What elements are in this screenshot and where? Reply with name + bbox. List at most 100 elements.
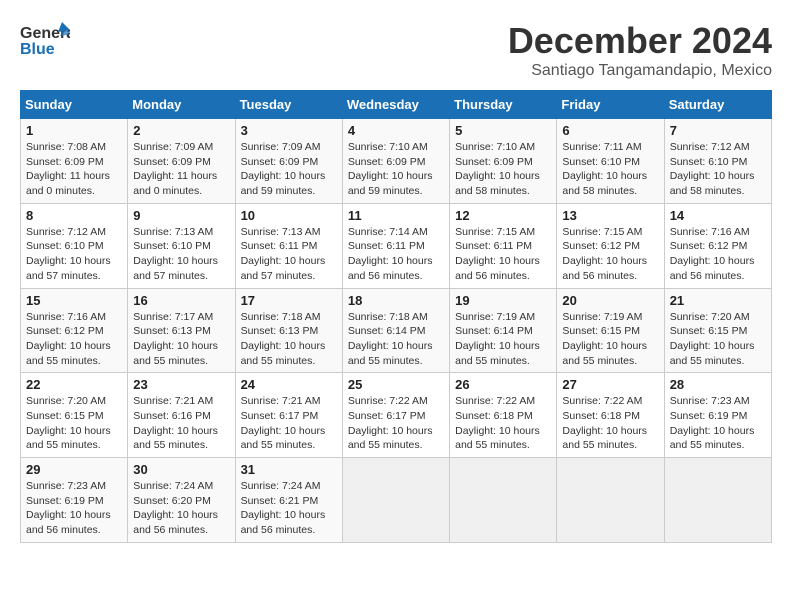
day-number: 4 <box>348 123 444 138</box>
day-detail: Sunrise: 7:17 AMSunset: 6:13 PMDaylight:… <box>133 310 229 369</box>
calendar-cell: 9 Sunrise: 7:13 AMSunset: 6:10 PMDaylight… <box>128 203 235 288</box>
day-number: 20 <box>562 293 658 308</box>
day-number: 7 <box>670 123 766 138</box>
day-number: 24 <box>241 377 337 392</box>
day-number: 17 <box>241 293 337 308</box>
calendar-cell: 10 Sunrise: 7:13 AMSunset: 6:11 PMDayligh… <box>235 203 342 288</box>
day-detail: Sunrise: 7:18 AMSunset: 6:13 PMDaylight:… <box>241 310 337 369</box>
day-number: 18 <box>348 293 444 308</box>
month-title: December 2024 <box>508 20 772 62</box>
day-number: 9 <box>133 208 229 223</box>
calendar-cell: 8 Sunrise: 7:12 AMSunset: 6:10 PMDaylight… <box>21 203 128 288</box>
day-detail: Sunrise: 7:15 AMSunset: 6:12 PMDaylight:… <box>562 225 658 284</box>
day-detail: Sunrise: 7:16 AMSunset: 6:12 PMDaylight:… <box>26 310 122 369</box>
day-detail: Sunrise: 7:15 AMSunset: 6:11 PMDaylight:… <box>455 225 551 284</box>
day-detail: Sunrise: 7:23 AMSunset: 6:19 PMDaylight:… <box>26 479 122 538</box>
calendar-cell: 13 Sunrise: 7:15 AMSunset: 6:12 PMDayligh… <box>557 203 664 288</box>
day-detail: Sunrise: 7:19 AMSunset: 6:14 PMDaylight:… <box>455 310 551 369</box>
day-number: 16 <box>133 293 229 308</box>
day-number: 1 <box>26 123 122 138</box>
weekday-header-thursday: Thursday <box>450 91 557 119</box>
day-number: 22 <box>26 377 122 392</box>
day-number: 6 <box>562 123 658 138</box>
day-number: 26 <box>455 377 551 392</box>
calendar-cell: 30 Sunrise: 7:24 AMSunset: 6:20 PMDayligh… <box>128 458 235 543</box>
day-number: 27 <box>562 377 658 392</box>
weekday-header-monday: Monday <box>128 91 235 119</box>
calendar-cell: 1Sunrise: 7:08 AMSunset: 6:09 PMDaylight… <box>21 119 128 204</box>
calendar-cell <box>557 458 664 543</box>
calendar-cell <box>664 458 771 543</box>
day-number: 8 <box>26 208 122 223</box>
calendar-week-1: 1Sunrise: 7:08 AMSunset: 6:09 PMDaylight… <box>21 119 772 204</box>
page-header: General Blue December 2024 Santiago Tang… <box>20 20 772 80</box>
calendar-cell: 15 Sunrise: 7:16 AMSunset: 6:12 PMDayligh… <box>21 288 128 373</box>
calendar-cell: 26 Sunrise: 7:22 AMSunset: 6:18 PMDayligh… <box>450 373 557 458</box>
day-detail: Sunrise: 7:09 AMSunset: 6:09 PMDaylight:… <box>241 140 337 199</box>
calendar-cell: 5 Sunrise: 7:10 AMSunset: 6:09 PMDaylight… <box>450 119 557 204</box>
weekday-header-sunday: Sunday <box>21 91 128 119</box>
day-detail: Sunrise: 7:13 AMSunset: 6:11 PMDaylight:… <box>241 225 337 284</box>
day-detail: Sunrise: 7:22 AMSunset: 6:18 PMDaylight:… <box>455 394 551 453</box>
day-detail: Sunrise: 7:24 AMSunset: 6:20 PMDaylight:… <box>133 479 229 538</box>
calendar-cell: 16 Sunrise: 7:17 AMSunset: 6:13 PMDayligh… <box>128 288 235 373</box>
day-detail: Sunrise: 7:12 AMSunset: 6:10 PMDaylight:… <box>26 225 122 284</box>
day-number: 29 <box>26 462 122 477</box>
calendar-cell: 11 Sunrise: 7:14 AMSunset: 6:11 PMDayligh… <box>342 203 449 288</box>
calendar-cell: 18Sunrise: 7:18 AMSunset: 6:14 PMDayligh… <box>342 288 449 373</box>
calendar-cell: 25Sunrise: 7:22 AMSunset: 6:17 PMDayligh… <box>342 373 449 458</box>
day-number: 14 <box>670 208 766 223</box>
day-number: 23 <box>133 377 229 392</box>
title-area: December 2024 Santiago Tangamandapio, Me… <box>508 20 772 80</box>
calendar-header: SundayMondayTuesdayWednesdayThursdayFrid… <box>21 91 772 119</box>
day-number: 15 <box>26 293 122 308</box>
day-detail: Sunrise: 7:10 AMSunset: 6:09 PMDaylight:… <box>455 140 551 199</box>
day-number: 13 <box>562 208 658 223</box>
calendar-cell: 4 Sunrise: 7:10 AMSunset: 6:09 PMDaylight… <box>342 119 449 204</box>
day-number: 10 <box>241 208 337 223</box>
calendar-cell: 21 Sunrise: 7:20 AMSunset: 6:15 PMDayligh… <box>664 288 771 373</box>
weekday-header-wednesday: Wednesday <box>342 91 449 119</box>
day-detail: Sunrise: 7:11 AMSunset: 6:10 PMDaylight:… <box>562 140 658 199</box>
calendar-cell: 31 Sunrise: 7:24 AMSunset: 6:21 PMDayligh… <box>235 458 342 543</box>
day-detail: Sunrise: 7:19 AMSunset: 6:15 PMDaylight:… <box>562 310 658 369</box>
day-detail: Sunrise: 7:14 AMSunset: 6:11 PMDaylight:… <box>348 225 444 284</box>
calendar-cell: 28Sunrise: 7:23 AMSunset: 6:19 PMDayligh… <box>664 373 771 458</box>
day-detail: Sunrise: 7:20 AMSunset: 6:15 PMDaylight:… <box>26 394 122 453</box>
day-number: 2 <box>133 123 229 138</box>
calendar-week-5: 29 Sunrise: 7:23 AMSunset: 6:19 PMDayligh… <box>21 458 772 543</box>
calendar-cell <box>450 458 557 543</box>
day-detail: Sunrise: 7:20 AMSunset: 6:15 PMDaylight:… <box>670 310 766 369</box>
calendar-cell: 27Sunrise: 7:22 AMSunset: 6:18 PMDayligh… <box>557 373 664 458</box>
day-detail: Sunrise: 7:21 AMSunset: 6:16 PMDaylight:… <box>133 394 229 453</box>
day-number: 30 <box>133 462 229 477</box>
logo: General Blue <box>20 20 70 60</box>
weekday-header-saturday: Saturday <box>664 91 771 119</box>
day-detail: Sunrise: 7:12 AMSunset: 6:10 PMDaylight:… <box>670 140 766 199</box>
svg-text:Blue: Blue <box>20 41 55 58</box>
calendar-cell: 6 Sunrise: 7:11 AMSunset: 6:10 PMDaylight… <box>557 119 664 204</box>
day-number: 11 <box>348 208 444 223</box>
day-number: 25 <box>348 377 444 392</box>
calendar-cell: 24 Sunrise: 7:21 AMSunset: 6:17 PMDayligh… <box>235 373 342 458</box>
day-number: 28 <box>670 377 766 392</box>
calendar-cell: 23 Sunrise: 7:21 AMSunset: 6:16 PMDayligh… <box>128 373 235 458</box>
day-number: 21 <box>670 293 766 308</box>
calendar-cell: 2Sunrise: 7:09 AMSunset: 6:09 PMDaylight… <box>128 119 235 204</box>
calendar-week-2: 8 Sunrise: 7:12 AMSunset: 6:10 PMDaylight… <box>21 203 772 288</box>
calendar-week-3: 15 Sunrise: 7:16 AMSunset: 6:12 PMDayligh… <box>21 288 772 373</box>
day-detail: Sunrise: 7:13 AMSunset: 6:10 PMDaylight:… <box>133 225 229 284</box>
weekday-header-friday: Friday <box>557 91 664 119</box>
calendar-cell: 20 Sunrise: 7:19 AMSunset: 6:15 PMDayligh… <box>557 288 664 373</box>
day-number: 5 <box>455 123 551 138</box>
day-detail: Sunrise: 7:24 AMSunset: 6:21 PMDaylight:… <box>241 479 337 538</box>
calendar-cell: 17 Sunrise: 7:18 AMSunset: 6:13 PMDayligh… <box>235 288 342 373</box>
day-number: 12 <box>455 208 551 223</box>
day-detail: Sunrise: 7:21 AMSunset: 6:17 PMDaylight:… <box>241 394 337 453</box>
location-subtitle: Santiago Tangamandapio, Mexico <box>508 62 772 80</box>
calendar-week-4: 22 Sunrise: 7:20 AMSunset: 6:15 PMDayligh… <box>21 373 772 458</box>
day-number: 31 <box>241 462 337 477</box>
day-detail: Sunrise: 7:10 AMSunset: 6:09 PMDaylight:… <box>348 140 444 199</box>
calendar-cell: 12 Sunrise: 7:15 AMSunset: 6:11 PMDayligh… <box>450 203 557 288</box>
calendar-cell: 14Sunrise: 7:16 AMSunset: 6:12 PMDayligh… <box>664 203 771 288</box>
